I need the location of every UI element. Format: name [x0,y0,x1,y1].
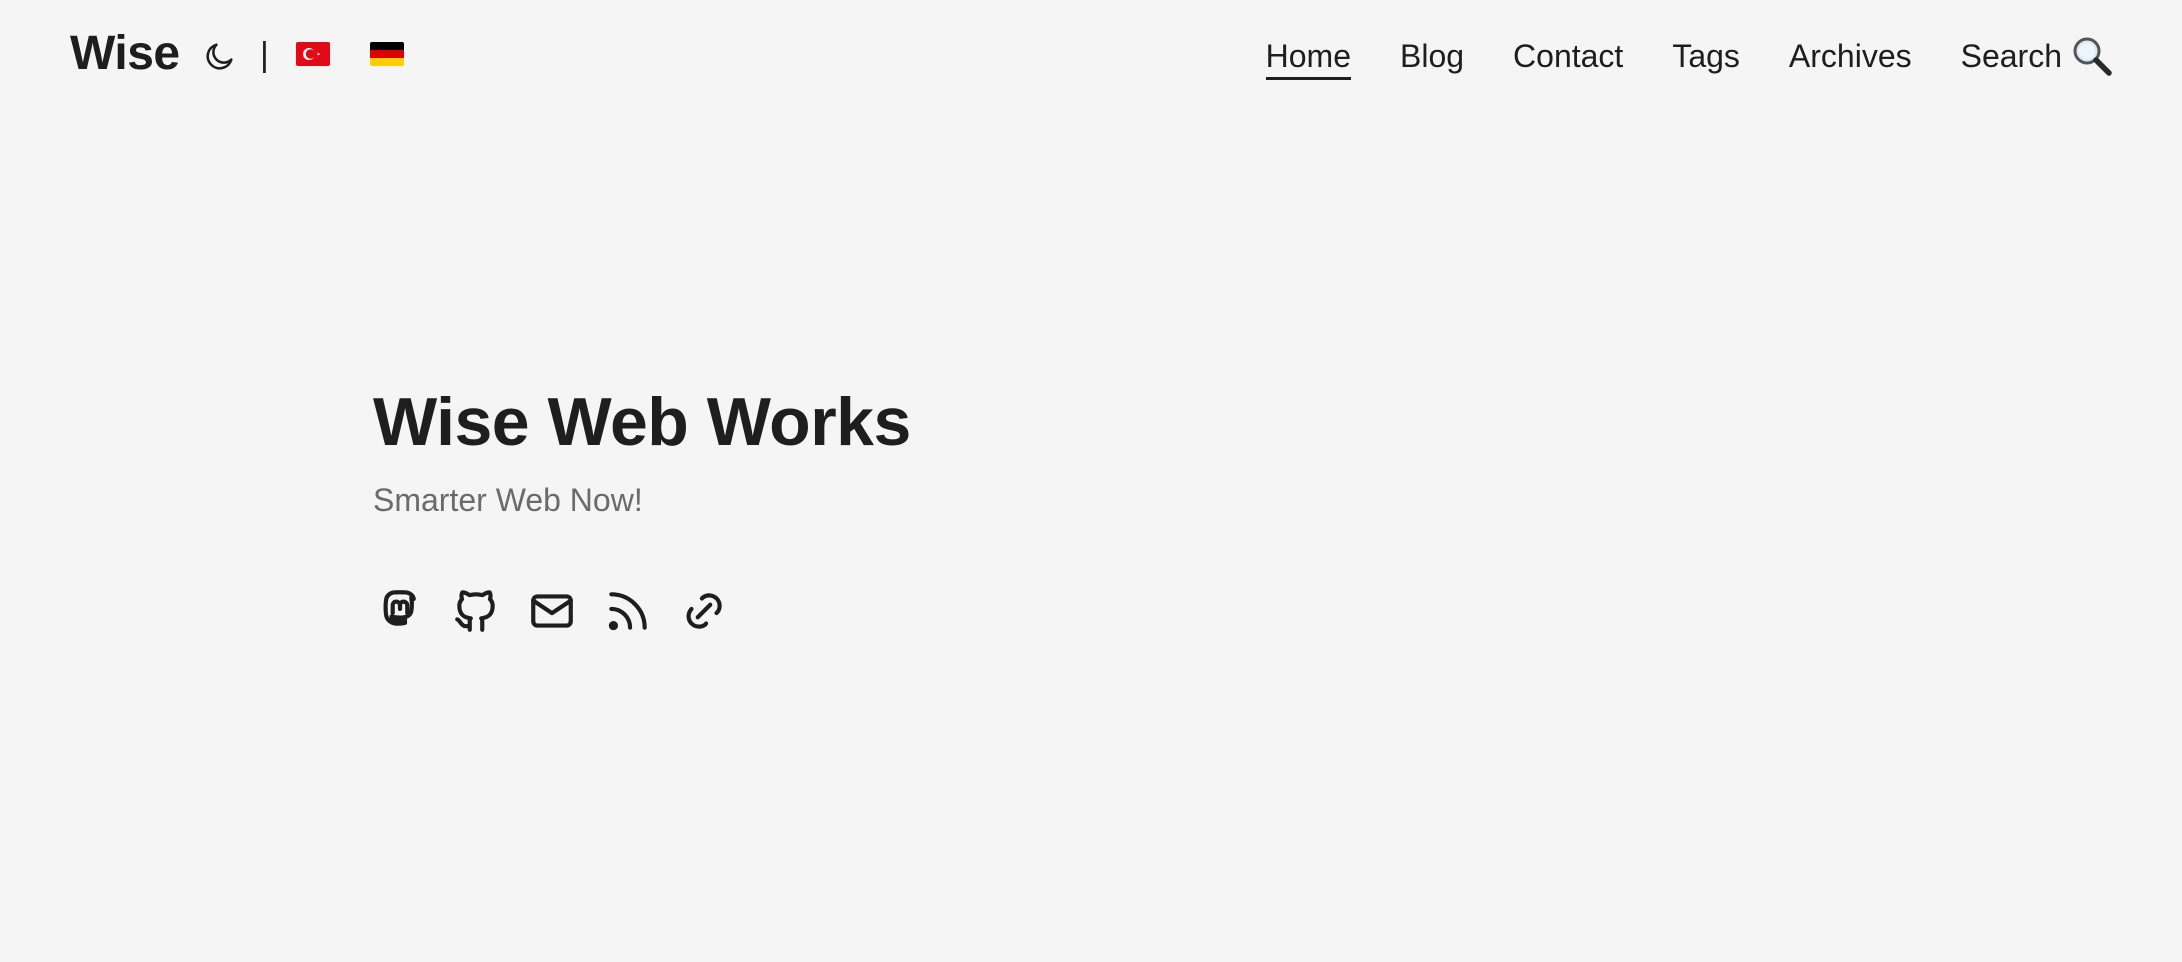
nav-tags-link[interactable]: Tags [1672,34,1740,78]
page: Wise | Home Blog Contact Tags Archives S… [0,0,2182,962]
main-nav: Home Blog Contact Tags Archives Search [1265,30,2114,82]
rss-icon [608,592,647,631]
nav-contact-link[interactable]: Contact [1513,34,1623,78]
search-icon [2073,37,2112,76]
nav-blog-link[interactable]: Blog [1400,34,1464,78]
page-title: Wise Web Works [373,384,911,460]
site-logo[interactable]: Wise [70,24,180,84]
github-icon [455,590,495,632]
mastodon-link[interactable] [373,584,427,638]
link-link[interactable] [677,584,731,638]
github-link[interactable] [449,584,503,638]
nav-home-link[interactable]: Home [1265,34,1352,80]
site-header: Wise | Home Blog Contact Tags Archives S… [0,0,2182,110]
nav-search-link[interactable]: Search [1961,34,2114,78]
header-divider: | [260,36,269,74]
moon-icon [206,43,233,70]
germany-flag-icon[interactable] [370,42,404,66]
mastodon-icon [383,590,416,626]
page-subtitle: Smarter Web Now! [373,482,643,518]
rss-link[interactable] [601,584,655,638]
hero-section: Wise Web Works Smarter Web Now! [373,380,911,638]
link-icon [686,593,722,629]
nav-search-label: Search [1960,38,2062,74]
email-icon [531,594,573,628]
email-link[interactable] [525,584,579,638]
theme-toggle-button[interactable] [200,36,240,76]
turkey-flag-icon[interactable] [296,42,330,66]
nav-archives-link[interactable]: Archives [1789,34,1912,78]
social-links [373,584,911,638]
